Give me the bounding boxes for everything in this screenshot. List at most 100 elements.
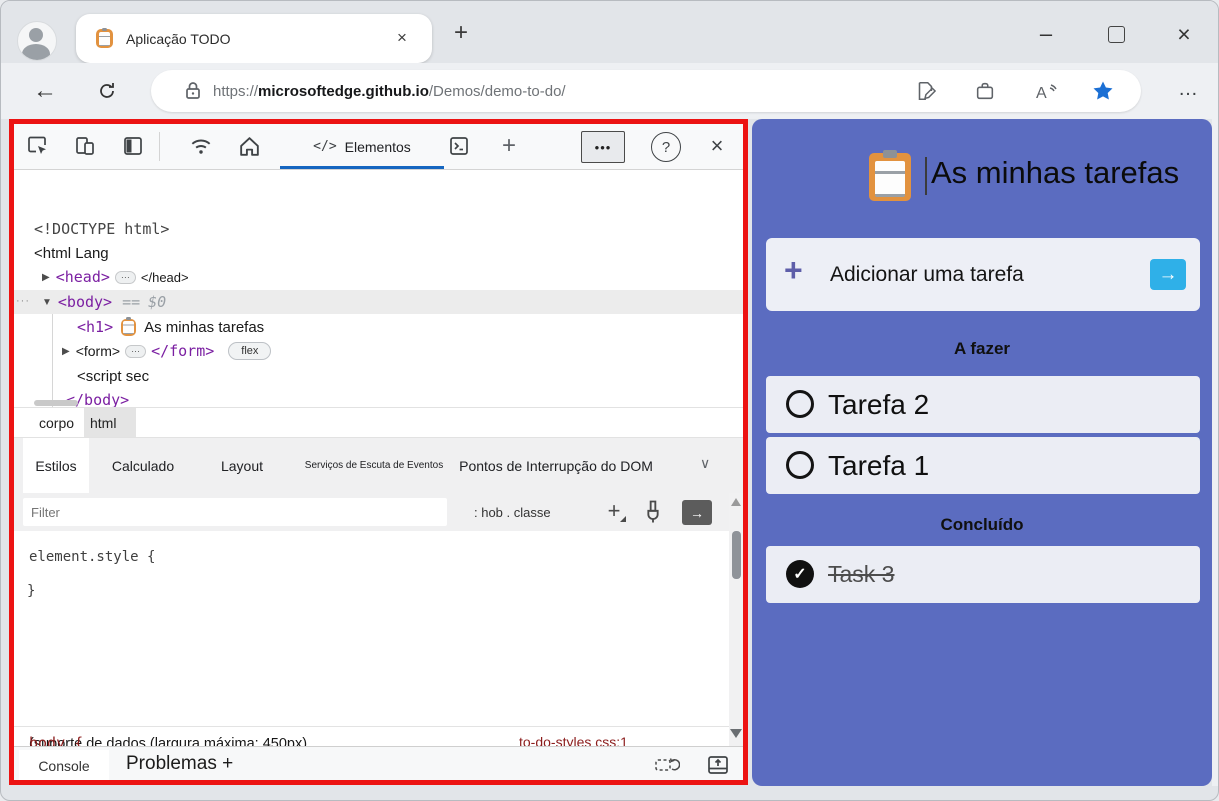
task-row-completed[interactable]: ✓ Task 3 bbox=[766, 546, 1200, 603]
tab-problems[interactable]: Problemas + bbox=[126, 747, 233, 781]
refresh-frame-icon[interactable] bbox=[654, 753, 680, 775]
flex-badge[interactable]: flex bbox=[228, 342, 272, 360]
section-todo-heading: A fazer bbox=[953, 339, 1011, 358]
svg-text:A: A bbox=[1036, 85, 1047, 102]
customize-devtools-icon[interactable]: ••• bbox=[581, 131, 625, 163]
scroll-up-icon[interactable] bbox=[731, 498, 741, 506]
new-style-rule-icon[interactable]: + bbox=[599, 496, 629, 526]
collapsed-ellipsis[interactable]: ··· bbox=[114, 270, 136, 284]
page-scrollbar-track[interactable] bbox=[1212, 119, 1218, 786]
styles-filter-row: : hob . classe + → bbox=[14, 493, 743, 531]
tab-elements[interactable]: </> Elementos bbox=[276, 124, 448, 169]
inspect-element-icon[interactable] bbox=[22, 131, 52, 161]
element-style-rule[interactable]: element.style { bbox=[29, 549, 155, 565]
url-text: https://microsoftedge.github.io/Demos/de… bbox=[213, 82, 566, 100]
collections-briefcase-icon[interactable] bbox=[974, 80, 998, 104]
check-icon: ✓ bbox=[793, 566, 807, 583]
edit-page-icon[interactable] bbox=[914, 80, 938, 104]
console-drawer-icon[interactable] bbox=[444, 131, 474, 161]
hover-class-toggles[interactable]: : hob . classe bbox=[474, 493, 551, 531]
section-done-heading: Concluído bbox=[940, 515, 1024, 534]
expand-panel-icon[interactable] bbox=[706, 753, 730, 775]
submit-task-button[interactable]: → bbox=[1150, 259, 1186, 290]
devtools-close-icon[interactable]: × bbox=[702, 131, 732, 161]
node-gutter-dots: ··· bbox=[16, 295, 30, 307]
brush-icon[interactable] bbox=[639, 498, 667, 526]
styles-rules: element.style { } (suporte de dados (lar… bbox=[14, 531, 729, 775]
more-tabs-plus-icon[interactable]: + bbox=[494, 131, 524, 161]
tab-computed[interactable]: Calculado bbox=[103, 438, 183, 493]
arrow-right-icon: → bbox=[1158, 263, 1178, 285]
browser-window: Aplicação TODO × + – × ← https://microso… bbox=[0, 0, 1219, 801]
dom-form[interactable]: ▶ <form> ··· </form> flex bbox=[62, 339, 272, 363]
horizontal-scrollbar-thumb[interactable] bbox=[34, 400, 78, 406]
dom-breadcrumbs: corpo html bbox=[14, 407, 743, 438]
task-row[interactable]: Tarefa 1 bbox=[766, 437, 1200, 494]
collapse-arrow-icon[interactable]: ▼ bbox=[42, 297, 52, 308]
dom-body[interactable]: ▼ <body> == $0 bbox=[42, 290, 166, 314]
new-tab-button[interactable]: + bbox=[447, 19, 475, 47]
tab-console[interactable]: Console bbox=[19, 750, 109, 781]
help-icon[interactable]: ? bbox=[651, 132, 681, 162]
expand-arrow-icon[interactable]: ▶ bbox=[62, 346, 70, 357]
scroll-down-icon[interactable] bbox=[730, 729, 742, 738]
tab-event-listeners[interactable]: Serviços de Escuta de Eventos bbox=[299, 438, 449, 493]
dom-head[interactable]: ▶ <head> ··· </head> bbox=[42, 265, 189, 289]
back-button[interactable]: ← bbox=[25, 71, 65, 111]
favorite-star-icon[interactable] bbox=[1091, 79, 1115, 103]
console-drawer-bar: Console Problemas + bbox=[14, 746, 743, 781]
tab-title: Aplicação TODO bbox=[126, 30, 231, 47]
window-controls: – × bbox=[988, 1, 1218, 63]
expand-arrow-icon[interactable]: ▶ bbox=[42, 272, 50, 283]
dom-script[interactable]: <script sec bbox=[77, 364, 149, 388]
tab-dom-breakpoints[interactable]: Pontos de Interrupção do DOM bbox=[451, 438, 661, 493]
tab-favicon-clipboard-icon bbox=[96, 27, 113, 48]
add-task-card[interactable]: + Adicionar uma tarefa → bbox=[766, 238, 1200, 311]
task-checkbox[interactable] bbox=[786, 390, 814, 418]
collapsed-ellipsis[interactable]: ··· bbox=[125, 344, 147, 358]
device-emulation-icon[interactable] bbox=[70, 131, 100, 161]
url-bar[interactable]: https://microsoftedge.github.io/Demos/de… bbox=[151, 70, 1141, 112]
settings-more-icon[interactable]: … bbox=[1178, 78, 1200, 101]
network-conditions-wifi-icon[interactable] bbox=[186, 131, 216, 161]
address-bar-row: ← https://microsoftedge.github.io/Demos/… bbox=[1, 63, 1218, 119]
avatar-person-icon bbox=[29, 28, 43, 42]
todo-title: As minhas tarefas bbox=[931, 155, 1180, 190]
devtools-toolbar: </> Elementos + ••• ? × bbox=[14, 124, 743, 170]
refresh-button[interactable] bbox=[87, 71, 127, 111]
chevron-down-icon[interactable]: ∨ bbox=[700, 455, 710, 472]
breadcrumb-body[interactable]: corpo bbox=[33, 408, 80, 437]
todo-clipboard-icon bbox=[869, 150, 911, 201]
home-icon[interactable] bbox=[234, 131, 264, 161]
tab-close-icon[interactable]: × bbox=[390, 26, 414, 50]
breadcrumb-html[interactable]: html bbox=[84, 408, 136, 437]
h1-clipboard-icon bbox=[121, 317, 137, 336]
dom-doctype[interactable]: <!DOCTYPE html> bbox=[34, 217, 169, 241]
add-task-input[interactable]: Adicionar uma tarefa bbox=[830, 238, 1024, 311]
styles-filter-input[interactable] bbox=[23, 498, 447, 526]
styles-tab-bar: Estilos Calculado Layout Serviços de Esc… bbox=[14, 438, 743, 493]
window-close-button[interactable]: × bbox=[1162, 19, 1206, 49]
dom-html-open[interactable]: <html Lang bbox=[34, 241, 109, 265]
browser-tab[interactable]: Aplicação TODO × bbox=[76, 14, 432, 63]
task-row[interactable]: Tarefa 2 bbox=[766, 376, 1200, 433]
read-aloud-icon[interactable]: A bbox=[1034, 80, 1058, 104]
navigate-style-icon[interactable]: → bbox=[682, 500, 712, 525]
text-caret bbox=[925, 157, 927, 195]
title-bar: Aplicação TODO × + – × bbox=[1, 1, 1218, 63]
lock-icon[interactable] bbox=[181, 79, 205, 103]
dock-side-icon[interactable] bbox=[118, 131, 148, 161]
dom-h1[interactable]: <h1> As minhas tarefas bbox=[77, 315, 264, 339]
task-checkbox-checked[interactable]: ✓ bbox=[786, 560, 814, 588]
devtools-panel: </> Elementos + ••• ? × ··· <!DOCTYPE ht… bbox=[14, 124, 743, 781]
tab-layout[interactable]: Layout bbox=[214, 438, 270, 493]
todo-title-row: As minhas tarefas bbox=[752, 150, 1212, 205]
minimize-button[interactable]: – bbox=[1024, 19, 1068, 49]
profile-avatar[interactable] bbox=[17, 21, 57, 61]
styles-scrollbar-thumb[interactable] bbox=[732, 531, 741, 579]
plus-icon: + bbox=[784, 252, 803, 288]
stylesheet-link[interactable]: to-do-styles css:1 bbox=[519, 734, 628, 746]
maximize-button[interactable] bbox=[1094, 19, 1138, 49]
task-checkbox[interactable] bbox=[786, 451, 814, 479]
tab-styles[interactable]: Estilos bbox=[23, 438, 89, 493]
